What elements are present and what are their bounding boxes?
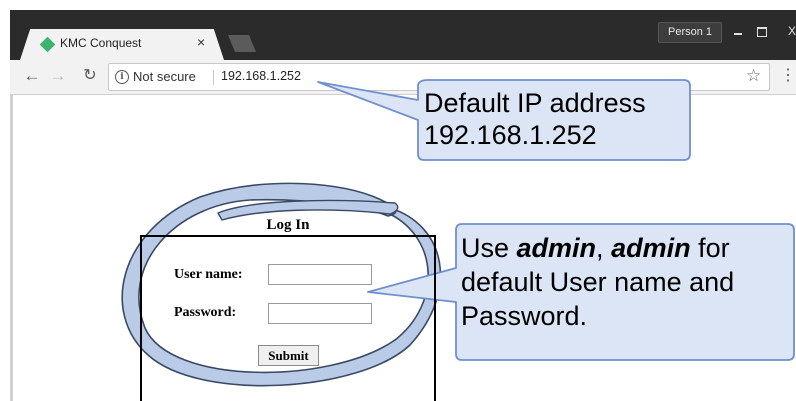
- creds-username: admin: [516, 233, 597, 263]
- username-input[interactable]: [268, 264, 372, 285]
- creds-password: admin: [611, 233, 691, 263]
- creds-callout-text: Use admin, admin for default User name a…: [461, 231, 781, 333]
- ip-callout-text: Default IP address 192.168.1.252: [424, 87, 646, 151]
- creds-prefix: Use: [461, 233, 517, 263]
- ip-callout-line2: 192.168.1.252: [424, 120, 597, 150]
- ip-callout-line1: Default IP address: [424, 88, 646, 118]
- username-label: User name:: [174, 267, 243, 282]
- creds-separator: ,: [596, 233, 612, 263]
- password-input[interactable]: [268, 303, 372, 324]
- login-title: Log In: [266, 217, 310, 233]
- password-label: Password:: [174, 305, 237, 320]
- submit-button[interactable]: Submit: [258, 345, 319, 366]
